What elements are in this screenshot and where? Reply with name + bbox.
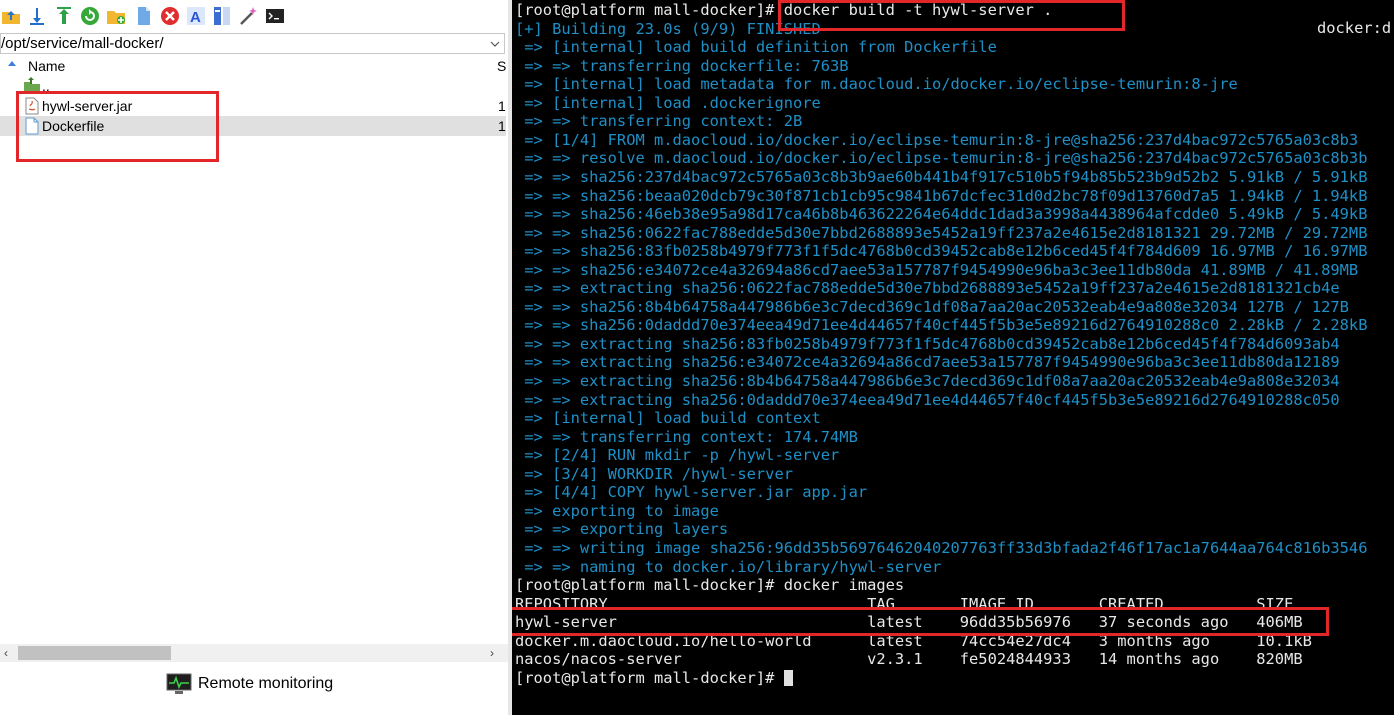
terminal-line: docker.m.daocloud.io/hello-world latest … bbox=[515, 631, 1312, 650]
terminal-line: [root@platform mall-docker]# bbox=[515, 669, 793, 687]
terminal-line: => => naming to docker.io/library/hywl-s… bbox=[515, 557, 942, 576]
terminal-line: => [internal] load metadata for m.daoclo… bbox=[515, 75, 1238, 94]
new-file-icon[interactable] bbox=[134, 6, 154, 26]
terminal-line: => [4/4] COPY hywl-server.jar app.jar bbox=[515, 483, 868, 502]
new-folder-icon[interactable] bbox=[106, 6, 126, 26]
terminal-line: => => transferring context: 2B bbox=[515, 112, 803, 131]
parent-folder-label: .. bbox=[42, 78, 50, 94]
rename-icon[interactable]: A bbox=[186, 6, 206, 26]
terminal-line: => => sha256:0622fac788edde5d30e7bbd2688… bbox=[515, 223, 1368, 242]
delete-icon[interactable] bbox=[160, 6, 180, 26]
properties-icon[interactable] bbox=[212, 6, 232, 26]
path-text: /opt/service/mall-docker/ bbox=[1, 35, 164, 52]
scrollbar-thumb[interactable] bbox=[18, 646, 171, 660]
upload-icon[interactable] bbox=[54, 6, 74, 26]
terminal-line: => => writing image sha256:96dd35b569764… bbox=[515, 538, 1368, 557]
terminal-line: => => resolve m.daocloud.io/docker.io/ec… bbox=[515, 149, 1368, 168]
terminal-line: => => sha256:83fb0258b4979f773f1f5dc4768… bbox=[515, 242, 1368, 261]
sort-ascending-icon[interactable] bbox=[7, 59, 17, 67]
terminal-cursor bbox=[783, 669, 793, 686]
terminal-line: => => sha256:beaa020dcb79c30f871cb1cb95c… bbox=[515, 186, 1368, 205]
terminal-line: => => sha256:0daddd70e374eea49d71ee4d446… bbox=[515, 316, 1368, 335]
terminal-line: [root@platform mall-docker]# docker buil… bbox=[515, 1, 1053, 19]
terminal-line: => [internal] load build context bbox=[515, 409, 821, 428]
file-row-dockerfile[interactable]: Dockerfile 1 bbox=[0, 116, 506, 136]
parent-folder-icon bbox=[24, 77, 40, 94]
terminal-line: => => transferring context: 174.74MB bbox=[515, 427, 858, 446]
terminal-line: => => exporting layers bbox=[515, 520, 729, 539]
refresh-icon[interactable] bbox=[80, 6, 100, 26]
path-combobox[interactable]: /opt/service/mall-docker/ bbox=[0, 33, 505, 54]
folder-up-icon[interactable] bbox=[1, 6, 21, 26]
terminal-line: [root@platform mall-docker]# docker imag… bbox=[515, 576, 905, 595]
java-file-icon bbox=[25, 97, 39, 115]
column-header: Name S bbox=[0, 56, 508, 76]
terminal-line: => [internal] load build definition from… bbox=[515, 38, 997, 57]
remote-monitoring-button[interactable]: Remote monitoring bbox=[166, 672, 333, 696]
terminal-output[interactable]: docker:d [root@platform mall-docker]# do… bbox=[512, 0, 1394, 715]
file-browser-panel: A /opt/service/mall-docker/ Name S .. hy… bbox=[0, 0, 508, 715]
scroll-left-icon[interactable]: ‹ bbox=[4, 646, 8, 660]
file-row-jar[interactable]: hywl-server.jar 1 bbox=[0, 96, 506, 116]
terminal-icon[interactable] bbox=[265, 6, 285, 26]
terminal-line: => => sha256:237d4bac972c5765a03c8b3b9ae… bbox=[515, 167, 1368, 186]
terminal-line: => => transferring dockerfile: 763B bbox=[515, 56, 849, 75]
download-icon[interactable] bbox=[27, 6, 47, 26]
terminal-line: => [internal] load .dockerignore bbox=[515, 93, 821, 112]
terminal-line: => [2/4] RUN mkdir -p /hywl-server bbox=[515, 446, 840, 465]
column-name-header[interactable]: Name bbox=[28, 58, 65, 74]
file-size: 1 bbox=[498, 118, 506, 134]
magic-wand-icon[interactable] bbox=[238, 6, 258, 26]
file-name: Dockerfile bbox=[42, 118, 105, 134]
remote-monitoring-label: Remote monitoring bbox=[198, 675, 334, 692]
terminal-line: => [1/4] FROM m.daocloud.io/docker.io/ec… bbox=[515, 130, 1359, 149]
column-size-header[interactable]: S bbox=[497, 58, 506, 74]
terminal-line: REPOSITORY TAG IMAGE ID CREATED SIZE bbox=[515, 594, 1294, 613]
terminal-line: => => sha256:8b4b64758a447986b6e3c7decd3… bbox=[515, 297, 1349, 316]
terminal-overflow-text: docker:d bbox=[1317, 19, 1392, 37]
horizontal-scrollbar[interactable]: ‹ › bbox=[0, 644, 508, 662]
terminal-line: => => extracting sha256:8b4b64758a447986… bbox=[515, 372, 1340, 390]
list-item-parent[interactable]: .. bbox=[0, 76, 506, 96]
terminal-line: => => extracting sha256:0daddd70e374eea4… bbox=[515, 390, 1340, 409]
scroll-right-icon[interactable]: › bbox=[490, 646, 494, 660]
terminal-line: => => extracting sha256:83fb0258b4979f77… bbox=[515, 334, 1340, 353]
monitor-icon bbox=[166, 673, 192, 694]
terminal-line: nacos/nacos-server v2.3.1 fe5024844933 1… bbox=[515, 650, 1303, 669]
terminal-line: => => extracting sha256:e34072ce4a32694a… bbox=[515, 353, 1340, 372]
file-toolbar: A bbox=[0, 0, 508, 32]
terminal-line: => => sha256:46eb38e95a98d17ca46b8b46362… bbox=[515, 205, 1368, 224]
file-icon bbox=[25, 117, 39, 135]
file-size: 1 bbox=[498, 98, 506, 114]
terminal-line: [+] Building 23.0s (9/9) FINISHED bbox=[515, 19, 821, 38]
terminal-line: => => sha256:e34072ce4a32694a86cd7aee53a… bbox=[515, 260, 1359, 279]
terminal-line: hywl-server latest 96dd35b56976 37 secon… bbox=[515, 613, 1303, 632]
chevron-down-icon[interactable] bbox=[490, 40, 500, 48]
terminal-line: => exporting to image bbox=[515, 501, 719, 520]
terminal-line: => => extracting sha256:0622fac788edde5d… bbox=[515, 279, 1340, 298]
terminal-line: => [3/4] WORKDIR /hywl-server bbox=[515, 464, 793, 483]
svg-text:A: A bbox=[190, 9, 201, 26]
file-name: hywl-server.jar bbox=[42, 98, 133, 114]
